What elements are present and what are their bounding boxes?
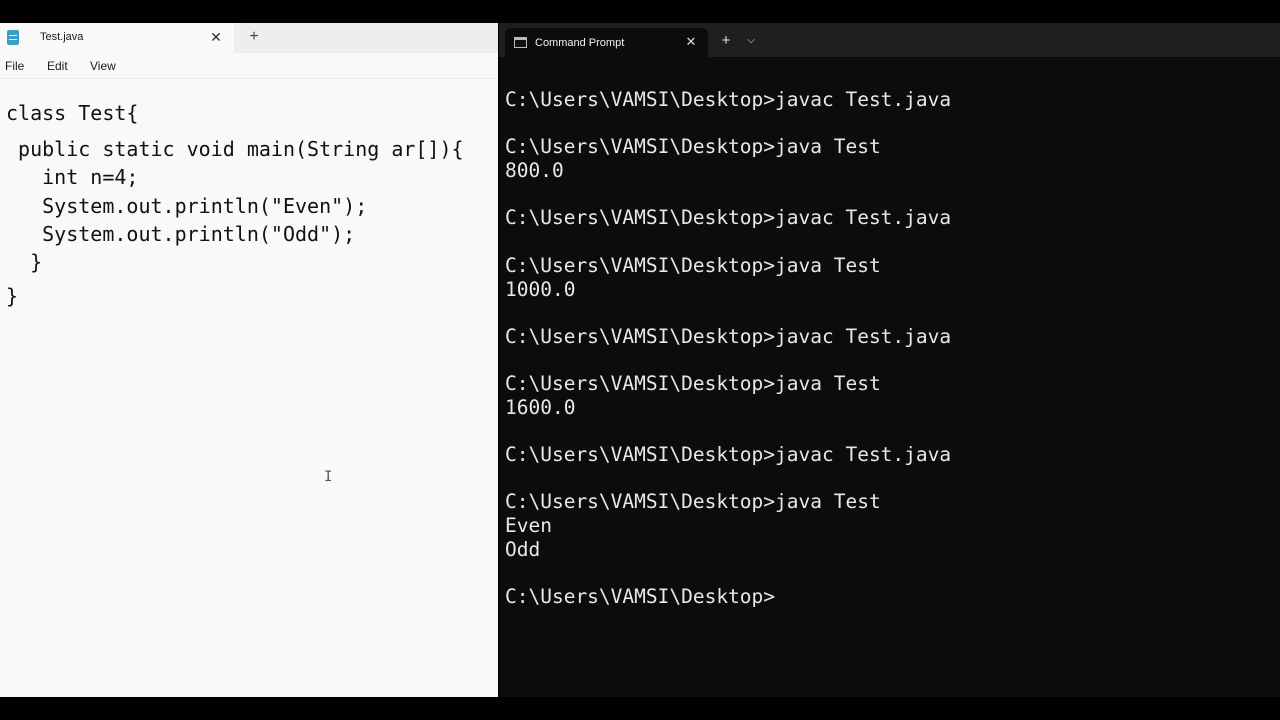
terminal-titlebar: Command Prompt ✕ + ⌵	[499, 23, 1280, 57]
close-icon[interactable]: ✕	[208, 29, 224, 45]
chevron-down-icon[interactable]: ⌵	[744, 33, 758, 49]
text-editor[interactable]: class Test{ public static void main(Stri…	[0, 80, 498, 697]
terminal-prompt: C:\Users\VAMSI\Desktop>	[505, 585, 776, 608]
terminal-line: C:\Users\VAMSI\Desktop>javac Test.java	[505, 325, 952, 348]
terminal-line: C:\Users\VAMSI\Desktop>javac Test.java	[505, 206, 952, 229]
code-line: class Test{	[6, 101, 139, 125]
terminal-line: 1600.0	[505, 396, 576, 419]
terminal-line: C:\Users\VAMSI\Desktop>java Test	[505, 135, 881, 158]
code-line: System.out.println("Odd");	[6, 222, 356, 246]
terminal-line: 800.0	[505, 159, 564, 182]
menu-bar: File Edit View	[0, 53, 498, 79]
terminal-line: C:\Users\VAMSI\Desktop>javac Test.java	[505, 443, 952, 466]
terminal-icon	[514, 37, 527, 48]
terminal-line: C:\Users\VAMSI\Desktop>java Test	[505, 372, 881, 395]
bottom-black-bar	[0, 697, 1280, 720]
command-prompt-window: Command Prompt ✕ + ⌵ C:\Users\VAMSI\Desk…	[499, 23, 1280, 697]
code-line: }	[6, 250, 43, 274]
terminal-line: Odd	[505, 538, 541, 561]
terminal-line: C:\Users\VAMSI\Desktop>java Test	[505, 254, 881, 277]
code-line: System.out.println("Even");	[6, 194, 368, 218]
notepad-tab[interactable]: Test.java ✕	[0, 23, 234, 53]
menu-view[interactable]: View	[90, 59, 116, 73]
notepad-titlebar: Test.java ✕ +	[0, 23, 498, 53]
terminal-tab[interactable]: Command Prompt ✕	[505, 28, 708, 57]
code-line: public static void main(String ar[]){	[6, 137, 464, 161]
menu-edit[interactable]: Edit	[47, 59, 68, 73]
notepad-tab-title: Test.java	[40, 31, 84, 43]
code-line: }	[6, 284, 19, 308]
close-icon[interactable]: ✕	[683, 34, 699, 50]
text-cursor-icon: I	[324, 469, 333, 485]
terminal-line: 1000.0	[505, 278, 576, 301]
code-line: int n=4;	[6, 165, 139, 189]
terminal-tab-title: Command Prompt	[535, 37, 625, 49]
terminal-line: C:\Users\VAMSI\Desktop>javac Test.java	[505, 88, 952, 111]
menu-file[interactable]: File	[5, 59, 24, 73]
new-tab-button[interactable]: +	[718, 33, 734, 49]
notepad-icon	[7, 30, 19, 45]
new-tab-button[interactable]: +	[246, 28, 262, 46]
terminal-line: Even	[505, 514, 552, 537]
notepad-window: Test.java ✕ + File Edit View class Test{…	[0, 23, 498, 697]
terminal-line: C:\Users\VAMSI\Desktop>java Test	[505, 490, 881, 513]
